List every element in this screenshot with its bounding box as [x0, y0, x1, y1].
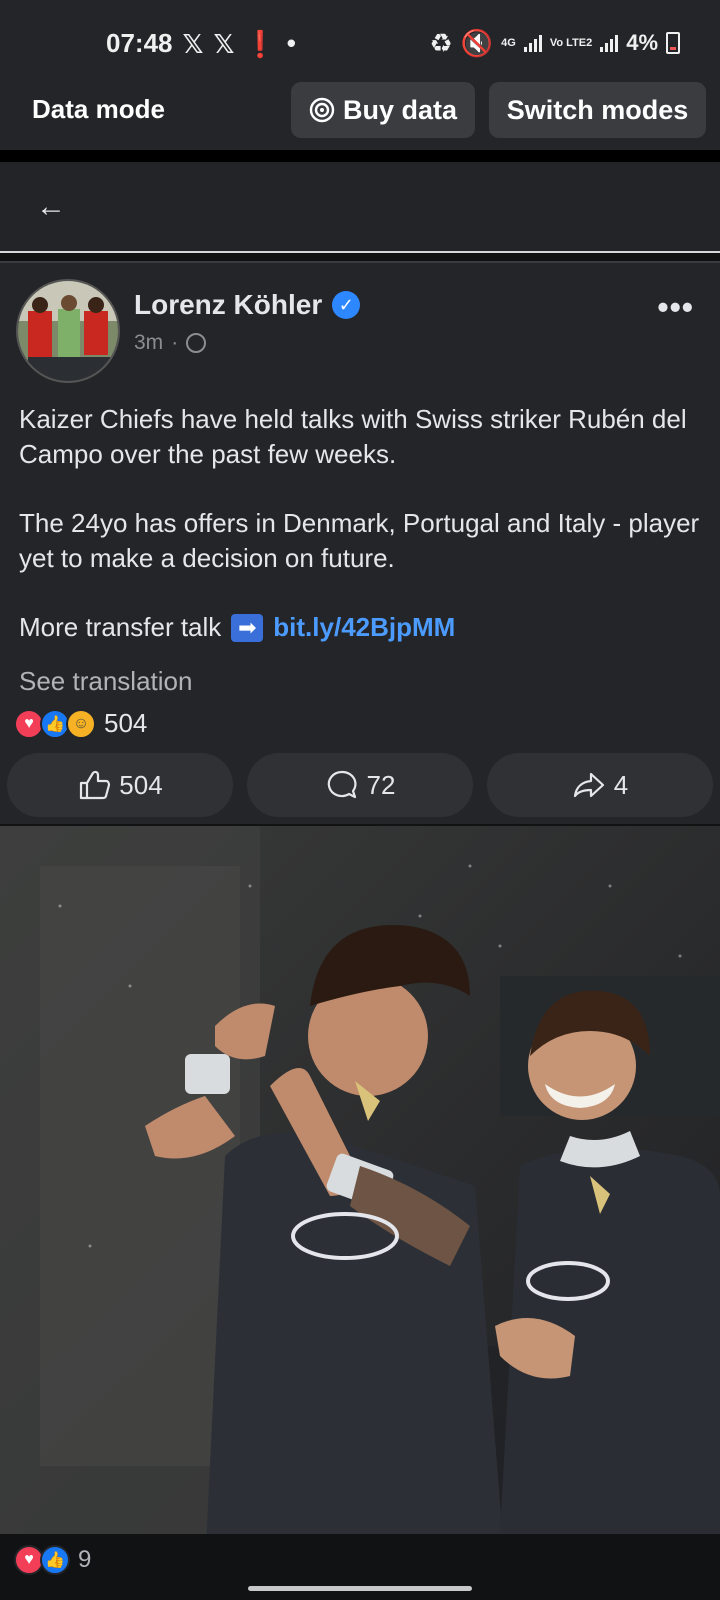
post-photo[interactable]: [0, 826, 720, 1534]
buy-data-label: Buy data: [342, 94, 458, 125]
photo-reaction-count: 9: [78, 1546, 92, 1573]
more-options-icon[interactable]: •••: [657, 289, 694, 326]
verified-badge-icon: ✓: [332, 291, 361, 319]
reaction-count: 504: [104, 708, 148, 738]
data-mode-bar: Data mode Buy data Switch modes: [0, 68, 720, 150]
right-arrow-emoji-icon: ➡: [231, 613, 264, 642]
signal-icon-2: [600, 34, 619, 52]
more-notifications-dot: •: [286, 28, 296, 58]
nav-bar: ←: [0, 162, 720, 253]
post-body: Kaizer Chiefs have held talks with Swiss…: [19, 402, 709, 645]
avatar[interactable]: [16, 279, 120, 383]
comment-button[interactable]: 72: [247, 753, 473, 817]
post-card: Lorenz Köhler ✓ 3m · ••• Kaizer Chiefs h…: [0, 261, 720, 824]
status-bar: 07:48 𝕏 𝕏 ❗ • ♻ 🔇 4G Vo LTE2 4%: [0, 0, 720, 68]
clock: 07:48: [106, 28, 173, 58]
share-count: 4: [613, 769, 629, 800]
podcast-icon: [309, 97, 335, 123]
alert-notification-icon: ❗: [244, 28, 277, 59]
buy-data-button[interactable]: Buy data: [291, 82, 475, 138]
carrier-label: Vo LTE2: [549, 37, 593, 49]
comment-icon: [327, 770, 357, 799]
switch-modes-button[interactable]: Switch modes: [489, 82, 706, 138]
thumbs-up-icon: [80, 770, 111, 800]
post-paragraph: Kaizer Chiefs have held talks with Swiss…: [19, 404, 687, 469]
like-button[interactable]: 504: [7, 753, 233, 817]
author-name[interactable]: Lorenz Köhler: [134, 289, 322, 321]
mute-icon: 🔇: [460, 28, 494, 58]
see-translation-link[interactable]: See translation: [19, 666, 192, 697]
share-icon: [573, 772, 604, 798]
home-indicator[interactable]: [248, 1586, 472, 1591]
x-app-icon-2: 𝕏: [213, 28, 235, 59]
data-mode-title: Data mode: [32, 94, 165, 124]
x-app-icon: 𝕏: [182, 28, 204, 59]
share-button[interactable]: 4: [487, 753, 713, 817]
like-reaction-icon: 👍: [40, 1545, 70, 1575]
signal-icon: [523, 34, 542, 52]
globe-icon: [186, 333, 207, 353]
action-bar: 504 72 4: [7, 753, 713, 817]
battery-percent: 4%: [626, 30, 658, 55]
recycle-icon: ♻: [429, 28, 453, 58]
post-paragraph: The 24yo has offers in Denmark, Portugal…: [19, 508, 700, 573]
back-arrow-icon[interactable]: ←: [36, 190, 66, 224]
transfer-link[interactable]: bit.ly/42BjpMM: [273, 610, 455, 645]
meta-separator: ·: [171, 331, 179, 354]
post-time[interactable]: 3m: [134, 331, 163, 355]
battery-icon: [666, 32, 680, 54]
switch-modes-label: Switch modes: [506, 94, 689, 125]
network-type: 4G: [501, 37, 516, 49]
reaction-summary[interactable]: ♥ 👍 ☺ 504: [14, 708, 147, 739]
link-prefix: More transfer talk: [19, 612, 222, 642]
haha-reaction-icon: ☺: [66, 708, 96, 739]
like-count: 504: [119, 769, 163, 800]
comment-count: 72: [366, 769, 396, 800]
football-players-photo: [0, 826, 720, 1534]
divider: [0, 150, 720, 162]
photo-reaction-summary[interactable]: ♥ 👍 9: [14, 1545, 91, 1575]
